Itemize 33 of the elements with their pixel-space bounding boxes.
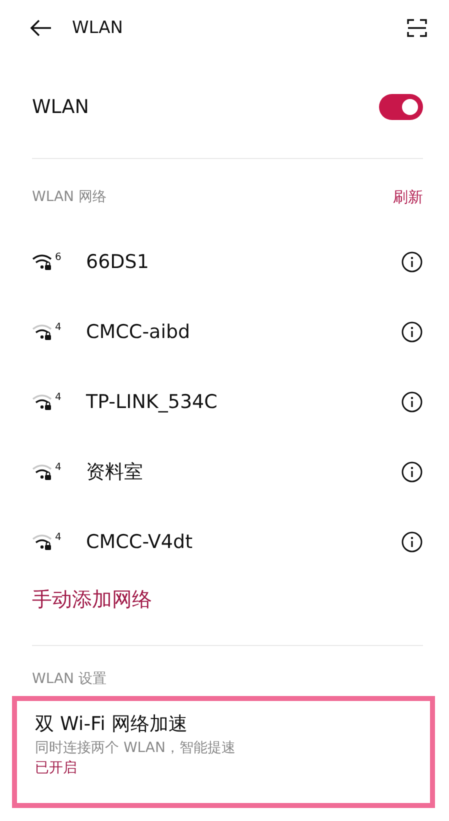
network-name[interactable]: TP-LINK_534C (86, 391, 401, 413)
section-header: WLAN 网络 (32, 188, 106, 206)
network-name[interactable]: CMCC-aibd (86, 321, 401, 343)
wifi-lock-icon (32, 323, 54, 341)
info-icon[interactable] (401, 391, 423, 413)
wifi-lock-icon (32, 533, 54, 551)
info-icon[interactable] (401, 461, 423, 483)
dual-wifi-item[interactable]: 双 Wi-Fi 网络加速 同时连接两个 WLAN，智能提速 已开启 (12, 696, 435, 808)
wifi-standard: 4 (55, 393, 62, 403)
wifi-standard: 4 (55, 533, 62, 543)
info-icon[interactable] (401, 251, 423, 273)
network-name[interactable]: 资料室 (86, 459, 401, 485)
wlan-switch[interactable] (379, 94, 423, 120)
info-icon[interactable] (401, 321, 423, 343)
section-header: WLAN 设置 (32, 671, 106, 687)
refresh-link[interactable]: 刷新 (393, 188, 423, 206)
info-icon[interactable] (401, 531, 423, 553)
page-title: WLAN (72, 18, 124, 38)
wifi-lock-icon (32, 393, 54, 411)
back-arrow-icon[interactable] (30, 19, 52, 37)
add-network-link[interactable]: 手动添加网络 (32, 586, 152, 612)
wifi-standard: 4 (55, 323, 62, 333)
wifi-standard: 6 (55, 253, 62, 263)
network-name[interactable]: 66DS1 (86, 251, 401, 273)
wifi-standard: 4 (55, 463, 62, 473)
item-description: 同时连接两个 WLAN，智能提速 (35, 739, 236, 757)
wifi-lock-icon (32, 253, 54, 271)
network-name[interactable]: CMCC-V4dt (86, 531, 401, 553)
wlan-label: WLAN (32, 96, 90, 118)
item-status: 已开启 (35, 759, 78, 777)
item-title: 双 Wi-Fi 网络加速 (35, 712, 188, 737)
scan-icon[interactable] (407, 18, 427, 38)
wifi-lock-icon (32, 463, 54, 481)
